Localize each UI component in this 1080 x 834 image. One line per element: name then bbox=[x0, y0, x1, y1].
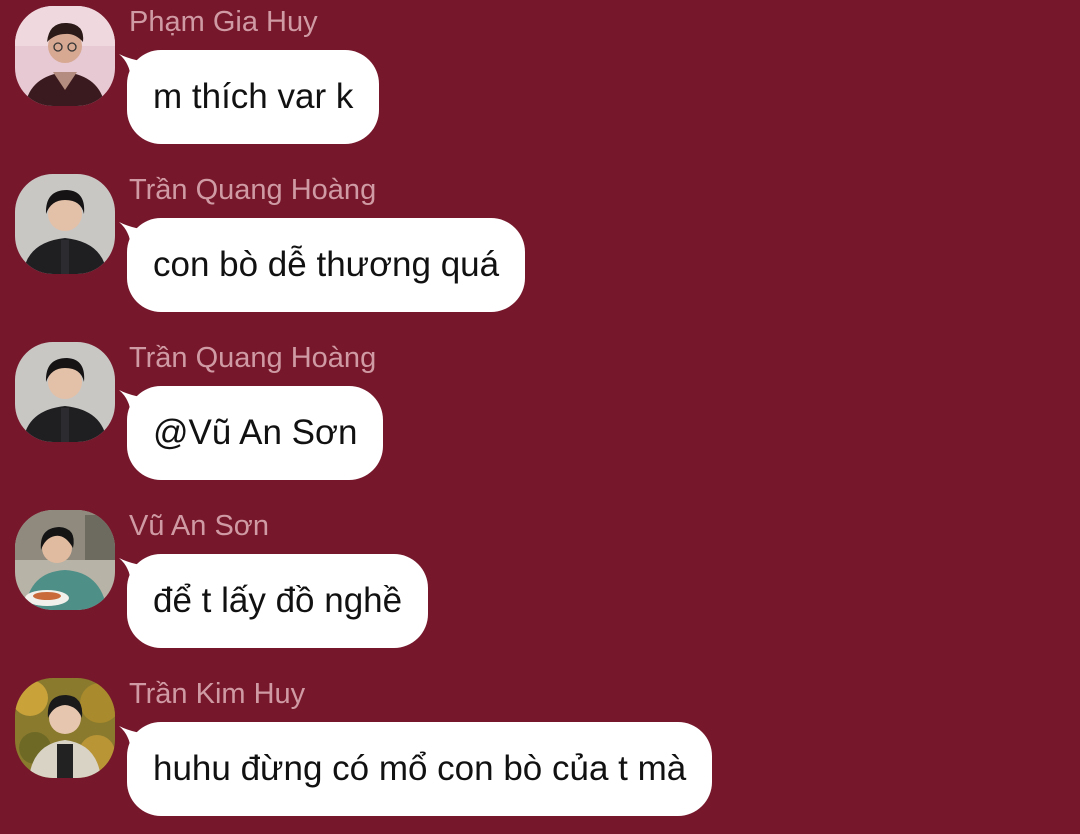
sender-name: Trần Kim Huy bbox=[129, 678, 306, 710]
sender-name: Trần Quang Hoàng bbox=[129, 174, 377, 206]
message-bubble[interactable]: huhu đừng có mổ con bò của t mà bbox=[127, 722, 713, 816]
sender-name: Trần Quang Hoàng bbox=[129, 342, 377, 374]
message-bubble[interactable]: để t lấy đồ nghề bbox=[127, 554, 429, 648]
message-bubble[interactable]: con bò dễ thương quá bbox=[127, 218, 526, 312]
message-row: Trần Quang Hoàng con bò dễ thương quá bbox=[0, 168, 1080, 318]
chat-message-list[interactable]: Phạm Gia Huy m thích var k Trần Quang Ho… bbox=[0, 0, 1080, 834]
sender-avatar[interactable] bbox=[15, 678, 115, 778]
message-row: Trần Quang Hoàng @Vũ An Sơn bbox=[0, 336, 1080, 486]
message-bubble[interactable]: @Vũ An Sơn bbox=[127, 386, 384, 480]
sender-avatar[interactable] bbox=[15, 510, 115, 610]
message-bubble[interactable]: m thích var k bbox=[127, 50, 380, 144]
message-row: Phạm Gia Huy m thích var k bbox=[0, 0, 1080, 150]
sender-name: Phạm Gia Huy bbox=[129, 6, 318, 38]
message-row: Vũ An Sơn để t lấy đồ nghề bbox=[0, 504, 1080, 654]
sender-avatar[interactable] bbox=[15, 342, 115, 442]
sender-avatar[interactable] bbox=[15, 174, 115, 274]
sender-avatar[interactable] bbox=[15, 6, 115, 106]
sender-name: Vũ An Sơn bbox=[129, 510, 269, 542]
message-row: Trần Kim Huy huhu đừng có mổ con bò của … bbox=[0, 672, 1080, 822]
